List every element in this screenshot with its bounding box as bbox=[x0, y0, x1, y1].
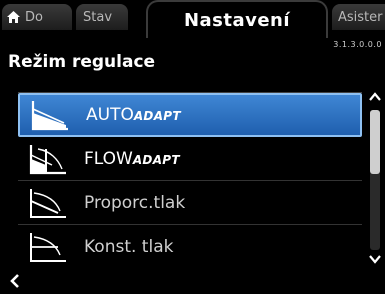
tab-home[interactable]: Do bbox=[2, 4, 72, 30]
item-auto-main: AUTO bbox=[86, 105, 134, 125]
item-proportional-label: Proporc.tlak bbox=[84, 192, 186, 213]
scrollbar-thumb[interactable] bbox=[370, 110, 380, 174]
back-arrow-icon[interactable] bbox=[8, 272, 22, 290]
item-flow-main: FLOW bbox=[84, 148, 133, 169]
list-item-flow-adapt[interactable]: FLOWADAPT bbox=[18, 137, 362, 181]
screen: Do Stav Nastavení Asister 3.1.3.0.0.0 Re… bbox=[0, 0, 385, 294]
page-title: Režim regulace bbox=[8, 52, 156, 72]
list-item-constant-pressure[interactable]: Konst. tlak bbox=[18, 225, 362, 269]
item-constant-label: Konst. tlak bbox=[84, 237, 174, 257]
item-auto-suffix: ADAPT bbox=[133, 109, 181, 123]
tab-assist-label: Asister bbox=[338, 9, 383, 25]
scroll-up-icon[interactable] bbox=[368, 90, 382, 104]
tab-status[interactable]: Stav bbox=[76, 4, 128, 30]
control-mode-list: AUTOADAPT FLOWADAPT Proporc.tlak Konst. … bbox=[18, 92, 362, 267]
flow-adapt-curve-icon bbox=[29, 144, 66, 174]
scroll-down-icon[interactable] bbox=[368, 252, 382, 266]
tab-status-label: Stav bbox=[83, 9, 113, 25]
tab-settings[interactable]: Nastavení bbox=[146, 0, 328, 38]
tab-home-label: Do bbox=[25, 9, 43, 25]
auto-adapt-curve-icon bbox=[31, 101, 68, 131]
list-item-auto-adapt[interactable]: AUTOADAPT bbox=[18, 93, 362, 137]
list-item-proportional-pressure[interactable]: Proporc.tlak bbox=[18, 181, 362, 225]
tab-bar: Do Stav Nastavení Asister bbox=[0, 0, 385, 38]
menu-code: 3.1.3.0.0.0 bbox=[333, 40, 382, 49]
constant-pressure-curve-icon bbox=[30, 233, 66, 262]
tab-assist[interactable]: Asister bbox=[332, 4, 385, 30]
tab-settings-label: Nastavení bbox=[183, 9, 291, 31]
item-flow-suffix: ADAPT bbox=[132, 152, 180, 167]
proportional-pressure-curve-icon bbox=[30, 188, 66, 218]
home-icon bbox=[7, 11, 20, 23]
